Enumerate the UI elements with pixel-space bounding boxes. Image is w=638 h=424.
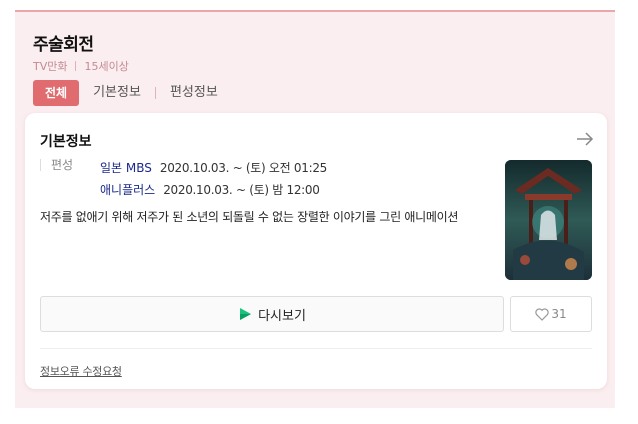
program-category: TV만화 xyxy=(33,60,68,73)
program-info-panel: 주술회전 TV만화 15세이상 전체 기본정보 편성정보 기본정보 편성 일본 … xyxy=(15,10,615,408)
report-error-link[interactable]: 정보오류 수정요청 xyxy=(40,363,122,379)
schedule-label: 편성 xyxy=(40,159,73,171)
program-rating: 15세이상 xyxy=(84,60,129,73)
play-icon xyxy=(240,308,252,320)
meta-divider xyxy=(75,61,77,71)
heart-icon xyxy=(535,307,550,321)
program-title: 주술회전 xyxy=(33,35,94,55)
schedule-time: 2020.10.03. ~ (토) 밤 12:00 xyxy=(163,183,320,197)
card-title: 기본정보 xyxy=(40,134,92,150)
schedule-channel[interactable]: 일본 MBS xyxy=(100,159,152,176)
poster-image[interactable] xyxy=(505,160,592,280)
tab-schedule-info[interactable]: 편성정보 xyxy=(156,80,232,106)
basic-info-card: 기본정보 편성 일본 MBS 2020.10.03. ~ (토) 오전 01:2… xyxy=(25,113,607,389)
like-button[interactable]: 31 xyxy=(510,296,592,332)
replay-button[interactable]: 다시보기 xyxy=(40,296,504,332)
tab-all[interactable]: 전체 xyxy=(33,80,80,106)
like-count: 31 xyxy=(551,307,567,321)
arrow-right-icon[interactable] xyxy=(575,129,595,149)
schedule-row: 애니플러스 2020.10.03. ~ (토) 밤 12:00 xyxy=(100,181,320,198)
program-description: 저주를 없애기 위해 저주가 된 소년의 되돌릴 수 없는 장렬한 이야기를 그… xyxy=(40,210,459,224)
tab-bar: 전체 기본정보 편성정보 xyxy=(33,80,232,106)
schedule-row: 일본 MBS 2020.10.03. ~ (토) 오전 01:25 xyxy=(100,159,327,176)
tab-basic-info[interactable]: 기본정보 xyxy=(79,80,155,106)
replay-label: 다시보기 xyxy=(258,308,306,324)
card-divider xyxy=(40,348,592,349)
schedule-channel[interactable]: 애니플러스 xyxy=(100,181,155,198)
program-meta: TV만화 15세이상 xyxy=(33,58,129,74)
schedule-time: 2020.10.03. ~ (토) 오전 01:25 xyxy=(159,161,327,175)
